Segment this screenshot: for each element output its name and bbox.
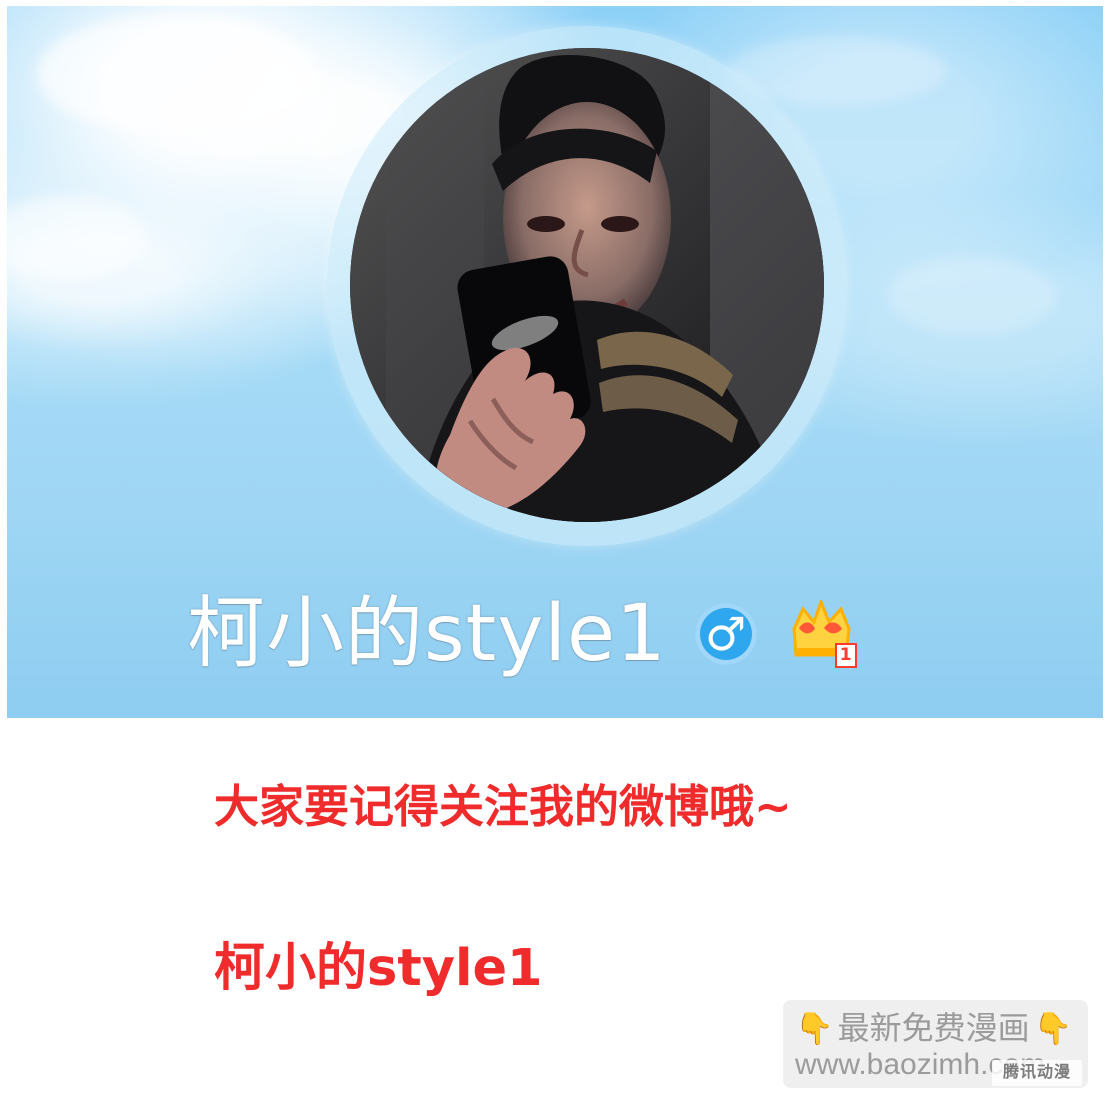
male-icon: ♂ — [694, 603, 757, 665]
source-watermark: 👇 最新免费漫画 👇 www.baozimh.com 腾讯动漫 — [783, 1000, 1088, 1088]
pointing-down-icon: 👇 — [795, 1010, 834, 1046]
weibo-account-name: 柯小的style1 — [214, 939, 543, 998]
watermark-title: 最新免费漫画 — [837, 1010, 1030, 1046]
male-symbol: ♂ — [705, 607, 747, 661]
profile-avatar — [350, 48, 824, 522]
corner-brand-mark: 腾讯动漫 — [992, 1060, 1082, 1086]
follow-reminder-text: 大家要记得关注我的微博哦~ — [214, 780, 792, 833]
avatar-photo — [350, 48, 824, 522]
profile-name: 柯小的style1 — [187, 589, 667, 679]
watermark-title-row: 👇 最新免费漫画 👇 — [795, 1008, 1072, 1048]
pointing-down-icon: 👇 — [1033, 1010, 1073, 1046]
profile-banner: 柯小的style1 ♂ 1 — [7, 6, 1103, 718]
sky-cloud — [887, 256, 1057, 336]
crown-level-number: 1 — [834, 643, 857, 668]
crown-icon: 1 — [785, 600, 857, 668]
weibo-profile-promo-image: 柯小的style1 ♂ 1 大家要记得关注我的微博哦~ 柯小的style1 👇 … — [0, 0, 1111, 1111]
sky-cloud — [7, 196, 147, 281]
profile-name-row: 柯小的style1 ♂ 1 — [187, 584, 857, 684]
